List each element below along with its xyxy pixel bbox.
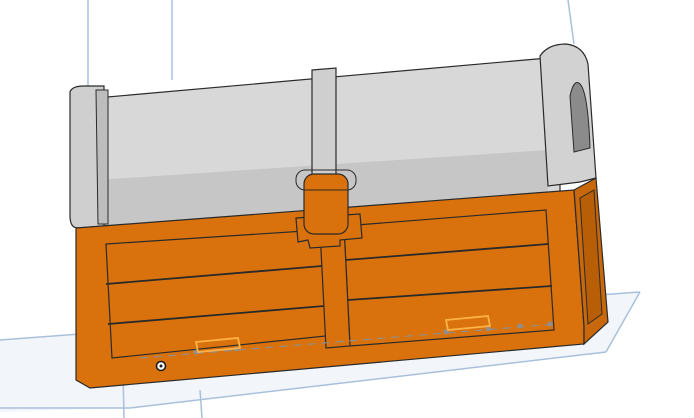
axis-point[interactable] [547, 321, 553, 327]
lock-hasp-tab[interactable] [303, 173, 349, 235]
front-panel-left[interactable] [105, 229, 327, 359]
origin-marker-icon[interactable] [155, 360, 167, 372]
axis-point[interactable] [517, 323, 523, 329]
3d-viewport[interactable] [0, 0, 694, 418]
lid-band-left-inner [95, 89, 109, 225]
treasure-chest-model[interactable] [69, 43, 609, 389]
grid-line [567, 0, 575, 45]
front-panel-right[interactable] [343, 209, 555, 347]
scene-svg[interactable] [0, 0, 694, 418]
